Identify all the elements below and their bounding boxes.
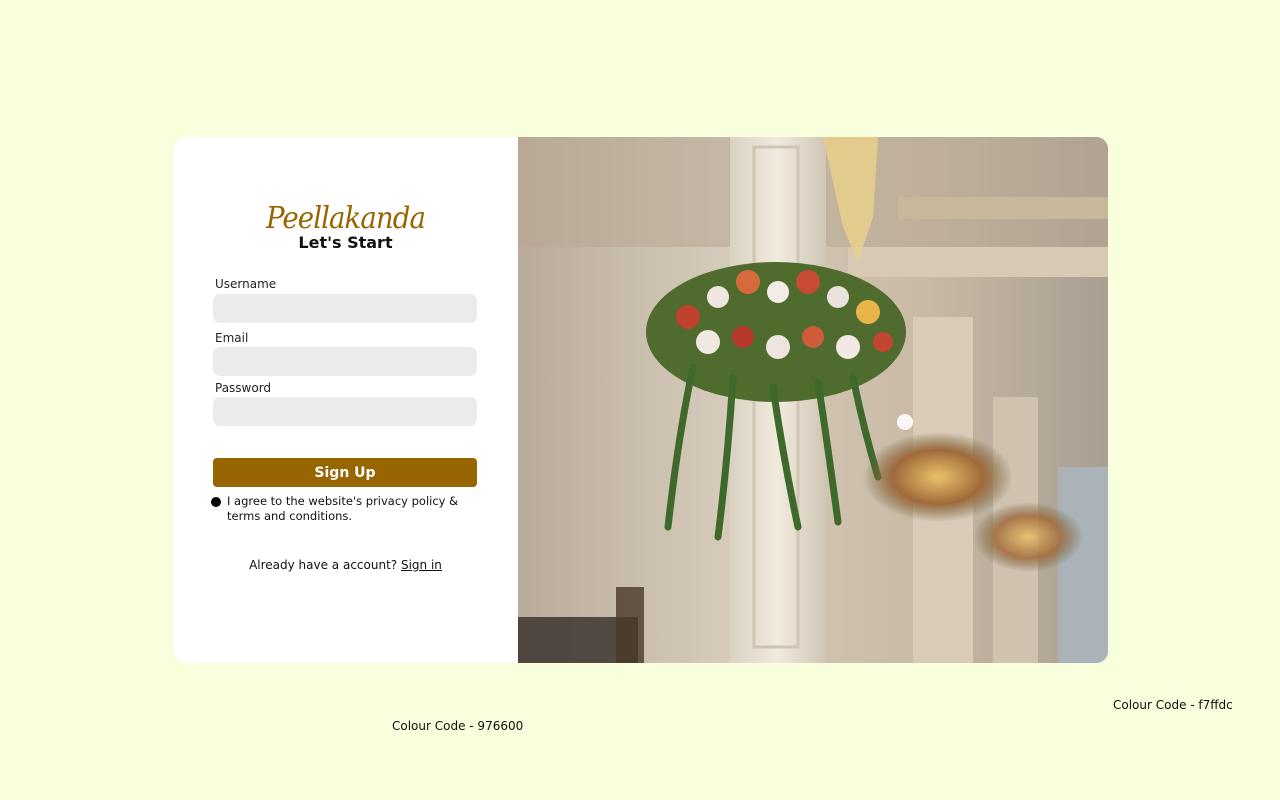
signin-prompt: Already have a account? bbox=[249, 558, 398, 572]
background-colour-note: Colour Code - f7ffdc bbox=[1113, 698, 1233, 712]
floral-pillar-photo bbox=[518, 137, 1108, 663]
terms-agreement: I agree to the website's privacy policy … bbox=[211, 494, 481, 524]
username-input[interactable] bbox=[213, 294, 477, 323]
accent-colour-note: Colour Code - 976600 bbox=[392, 719, 524, 733]
password-input[interactable] bbox=[213, 397, 477, 426]
signup-form-panel: Peellakanda Let's Start Username Email P… bbox=[173, 137, 518, 663]
signup-button[interactable]: Sign Up bbox=[213, 458, 477, 487]
email-input[interactable] bbox=[213, 347, 477, 376]
signup-card: Peellakanda Let's Start Username Email P… bbox=[173, 137, 1108, 663]
signin-row: Already have a account? Sign in bbox=[173, 558, 518, 572]
terms-text: I agree to the website's privacy policy … bbox=[227, 494, 459, 523]
signin-link[interactable]: Sign in bbox=[401, 558, 442, 572]
password-label: Password bbox=[215, 381, 272, 395]
hero-photo bbox=[518, 137, 1108, 663]
email-label: Email bbox=[215, 331, 249, 345]
page-subtitle: Let's Start bbox=[298, 233, 393, 252]
brand-logo: Peellakanda bbox=[265, 201, 426, 236]
terms-radio[interactable] bbox=[211, 497, 221, 507]
username-label: Username bbox=[215, 277, 277, 291]
